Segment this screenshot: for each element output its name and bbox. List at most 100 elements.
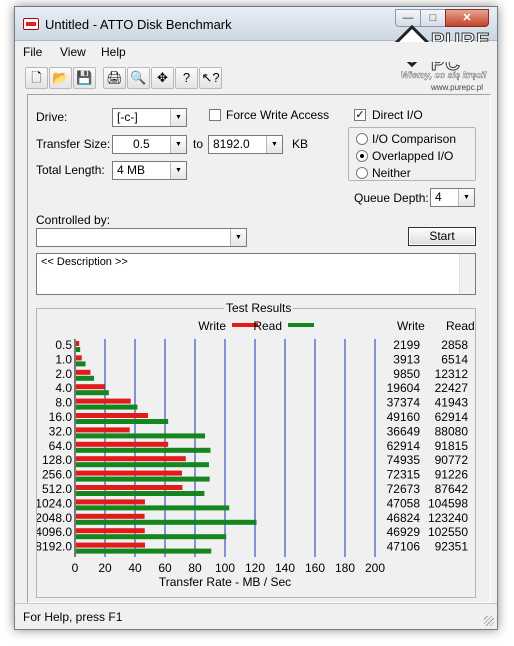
write-value-label: 47058 xyxy=(387,496,421,510)
category-label: 64.0 xyxy=(49,439,73,453)
write-value-label: 9850 xyxy=(393,367,420,381)
chevron-down-icon[interactable]: ▼ xyxy=(230,229,246,246)
write-bar xyxy=(76,427,130,433)
category-label: 4.0 xyxy=(55,381,72,395)
caption-buttons: — □ ✕ xyxy=(395,9,489,27)
menu-view[interactable]: View xyxy=(60,45,86,59)
save-icon[interactable]: 💾 xyxy=(73,67,96,89)
transfer-size-label: Transfer Size: xyxy=(36,137,111,151)
status-bar: For Help, press F1 xyxy=(15,603,497,629)
read-bar xyxy=(76,404,138,410)
move-icon[interactable]: ✥ xyxy=(151,67,174,89)
write-value-label: 36649 xyxy=(387,424,421,438)
help-icon[interactable]: ? xyxy=(175,67,198,89)
drive-select[interactable]: [-c-] ▼ xyxy=(112,108,187,127)
chevron-down-icon[interactable]: ▼ xyxy=(458,189,474,206)
category-label: 0.5 xyxy=(55,338,72,352)
x-tick-label: 40 xyxy=(128,561,142,575)
drive-label: Drive: xyxy=(36,110,68,124)
transfer-to-value: 8192.0 xyxy=(213,137,250,151)
results-group: Test Results Write Read Write Read 0 20 40 60 80… xyxy=(36,301,476,598)
description-scrollbar[interactable] xyxy=(459,254,475,294)
description-box[interactable]: << Description >> xyxy=(36,253,476,295)
write-value-label: 19604 xyxy=(387,381,421,395)
write-value-label: 74935 xyxy=(387,453,421,467)
neither-label: Neither xyxy=(372,166,411,180)
queue-depth-select[interactable]: 4 ▼ xyxy=(430,188,475,207)
queue-depth-value: 4 xyxy=(435,190,442,204)
force-write-checkbox[interactable] xyxy=(209,109,221,121)
close-button[interactable]: ✕ xyxy=(445,9,489,27)
category-label: 8192.0 xyxy=(37,540,72,554)
open-icon[interactable]: 📂 xyxy=(49,67,72,89)
controlled-by-label: Controlled by: xyxy=(36,213,111,227)
category-label: 128.0 xyxy=(42,453,72,467)
resize-grip-icon[interactable] xyxy=(484,616,494,626)
chevron-down-icon[interactable]: ▼ xyxy=(170,136,186,153)
menu-help[interactable]: Help xyxy=(101,45,126,59)
overlapped-io-radio[interactable] xyxy=(356,150,368,162)
total-length-label: Total Length: xyxy=(36,163,105,177)
write-value-label: 72315 xyxy=(387,468,421,482)
read-value-label: 6514 xyxy=(441,352,468,366)
write-bar xyxy=(76,542,146,548)
write-value-label: 46929 xyxy=(387,525,421,539)
direct-io-label: Direct I/O xyxy=(372,108,423,122)
x-tick-label: 60 xyxy=(158,561,172,575)
read-value-label: 2858 xyxy=(441,338,468,352)
controlled-by-select[interactable]: ▼ xyxy=(36,228,247,247)
print-icon[interactable]: 🖨 xyxy=(103,67,126,89)
category-label: 256.0 xyxy=(42,468,72,482)
read-value-label: 90772 xyxy=(435,453,469,467)
transfer-from-value: 0.5 xyxy=(133,137,150,151)
category-label: 4096.0 xyxy=(37,525,72,539)
write-bar xyxy=(76,398,131,404)
read-bar xyxy=(76,390,109,396)
minimize-button[interactable]: — xyxy=(395,9,421,27)
queue-depth-label: Queue Depth: xyxy=(354,191,429,205)
write-value-label: 62914 xyxy=(387,439,421,453)
total-length-select[interactable]: 4 MB ▼ xyxy=(112,161,187,180)
x-tick-label: 180 xyxy=(335,561,355,575)
menu-bar: File View Help xyxy=(15,42,497,62)
start-button[interactable]: Start xyxy=(408,227,476,246)
chevron-down-icon[interactable]: ▼ xyxy=(170,109,186,126)
read-value-label: 41943 xyxy=(435,396,469,410)
context-help-icon[interactable]: ↖? xyxy=(199,67,222,89)
write-bar xyxy=(76,341,80,346)
chevron-down-icon[interactable]: ▼ xyxy=(170,162,186,179)
watermark-url: www.purepc.pl xyxy=(431,83,484,92)
category-label: 16.0 xyxy=(49,410,73,424)
new-icon[interactable]: 🗋 xyxy=(25,67,48,89)
io-comparison-label: I/O Comparison xyxy=(372,132,457,146)
read-value-label: 92351 xyxy=(435,540,469,554)
x-tick-label: 0 xyxy=(72,561,79,575)
x-tick-label: 20 xyxy=(98,561,112,575)
transfer-from-select[interactable]: 0.5 ▼ xyxy=(112,135,187,154)
toolbar: 🗋 📂 💾 🖨 🔍 ✥ ? ↖? xyxy=(25,67,223,93)
read-bar xyxy=(76,447,211,453)
read-value-label: 88080 xyxy=(435,424,469,438)
write-value-label: 37374 xyxy=(387,396,421,410)
neither-radio[interactable] xyxy=(356,167,368,179)
direct-io-checkbox[interactable]: ✓ xyxy=(354,109,366,121)
read-value-label: 91226 xyxy=(435,468,469,482)
read-bar xyxy=(76,375,95,381)
print-preview-icon[interactable]: 🔍 xyxy=(127,67,150,89)
category-label: 1.0 xyxy=(55,352,72,366)
column-header-write: Write xyxy=(397,319,425,333)
force-write-label: Force Write Access xyxy=(226,108,330,122)
write-value-label: 72673 xyxy=(387,482,421,496)
total-length-value: 4 MB xyxy=(117,163,146,177)
results-chart: Write Read Write Read 0 20 40 60 80 100 120 140 160 1… xyxy=(37,319,475,589)
chevron-down-icon[interactable]: ▼ xyxy=(266,136,282,153)
legend-read-swatch xyxy=(288,323,314,327)
menu-file[interactable]: File xyxy=(23,45,42,59)
x-tick-label: 140 xyxy=(275,561,295,575)
x-tick-label: 200 xyxy=(365,561,385,575)
transfer-to-select[interactable]: 8192.0 ▼ xyxy=(208,135,283,154)
status-text: For Help, press F1 xyxy=(23,610,123,624)
maximize-button[interactable]: □ xyxy=(420,9,446,27)
atto-app-icon[interactable] xyxy=(23,18,39,30)
io-comparison-radio[interactable] xyxy=(356,133,368,145)
